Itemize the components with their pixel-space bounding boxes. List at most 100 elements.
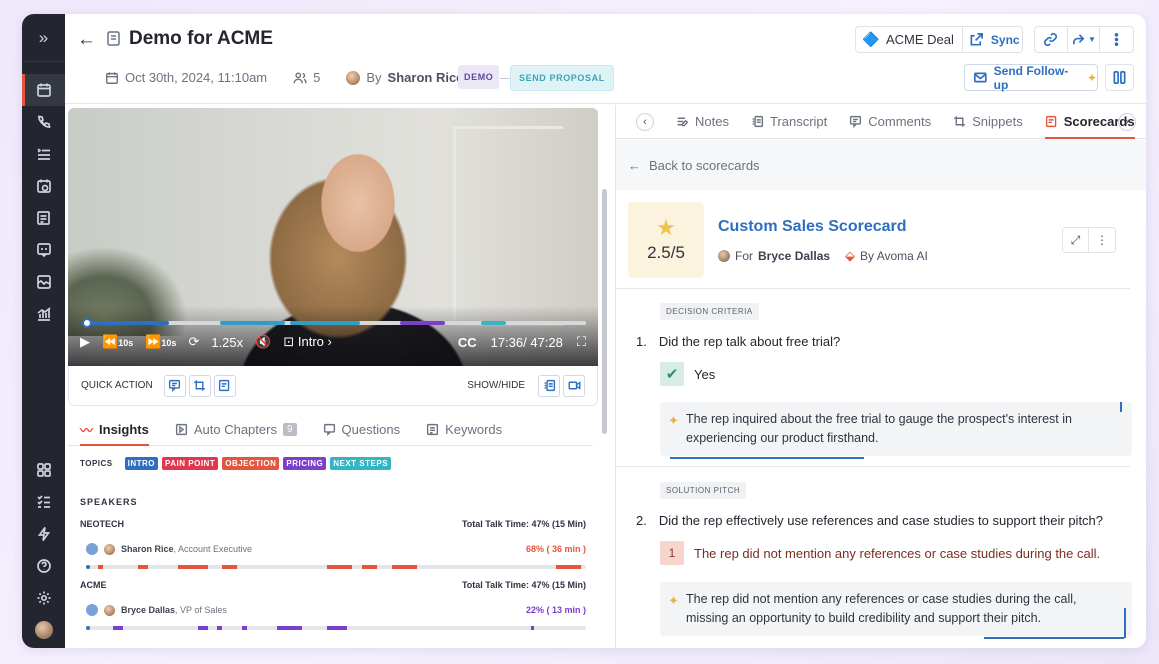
schedule-nav-icon[interactable] [22, 170, 65, 202]
talk-segment[interactable] [361, 565, 377, 569]
attendee-count[interactable]: 5 [313, 70, 320, 85]
talk-segment[interactable] [217, 626, 223, 630]
link-icon[interactable] [1035, 27, 1068, 52]
loop-icon[interactable]: ⟳ [188, 334, 199, 350]
back-to-scorecards-link[interactable]: ← Back to scorecards [628, 158, 760, 173]
send-proposal-tag[interactable]: SEND PROPOSAL [510, 65, 614, 91]
left-scrollbar[interactable] [602, 189, 607, 434]
meeting-header: ← Demo for ACME Oct 30th, 2024, 11:10am … [65, 14, 1146, 104]
send-followup-button[interactable]: Send Follow-up ✦ [964, 64, 1098, 92]
talk-segment[interactable] [137, 565, 148, 569]
question-1: 1. Did the rep talk about free trial? [636, 334, 840, 349]
demo-tag[interactable]: DEMO [458, 65, 500, 89]
transcript-toggle-icon[interactable] [538, 374, 560, 397]
settings-gear-icon[interactable] [22, 582, 65, 614]
chapter-label: Intro [297, 334, 324, 349]
chat-nav-icon[interactable] [22, 234, 65, 266]
back-arrow-icon[interactable]: ← [77, 29, 96, 51]
notes-nav-icon[interactable] [22, 202, 65, 234]
talk-segment[interactable] [222, 565, 238, 569]
app-window: » ← Demo for ACME Oct 30th, 2024, 11:10a… [22, 14, 1146, 648]
speaker-timeline[interactable] [86, 626, 586, 630]
checklist-icon[interactable] [22, 486, 65, 518]
talk-segment[interactable] [327, 626, 347, 630]
topic-chip-objection[interactable]: OBJECTION [222, 457, 280, 470]
topic-chip-next-steps[interactable]: NEXT STEPS [330, 457, 392, 470]
progress-segment[interactable] [219, 321, 285, 325]
list-nav-icon[interactable] [22, 138, 65, 170]
external-link-icon[interactable] [963, 32, 991, 47]
topic-chip-intro[interactable]: INTRO [124, 457, 159, 470]
sync-button[interactable]: Sync [991, 33, 1020, 47]
share-dropdown-icon[interactable]: ▼ [1068, 27, 1101, 52]
tab-notes[interactable]: Notes [676, 105, 729, 138]
tab-insights[interactable]: 〰 Insights [80, 414, 149, 446]
topic-chip-pricing[interactable]: PRICING [283, 457, 327, 470]
progress-segment[interactable] [289, 321, 361, 325]
video-progress-bar[interactable] [82, 318, 586, 328]
talk-segment[interactable] [277, 626, 303, 630]
playback-speed[interactable]: 1.25x [211, 335, 243, 350]
more-menu-icon[interactable] [1100, 27, 1133, 52]
expand-icon[interactable]: ⤢ [1063, 228, 1089, 252]
talk-segment[interactable] [327, 565, 352, 569]
tab-keywords[interactable]: Keywords [426, 414, 502, 445]
comment-action-icon[interactable] [163, 374, 186, 397]
mute-icon[interactable]: 🔇 [255, 334, 271, 350]
crop-action-icon[interactable] [188, 374, 211, 397]
answer-text: Yes [694, 366, 716, 382]
tabs-next-icon[interactable]: › [1118, 112, 1136, 131]
scorecard-panel: ← Back to scorecards ★ 2.5/5 Custom Sales… [616, 140, 1146, 648]
tab-comments[interactable]: Comments [849, 105, 931, 138]
tab-auto-chapters[interactable]: Auto Chapters 9 [175, 414, 297, 445]
speaker-name: Bryce Dallas [121, 605, 176, 615]
talk-segment[interactable] [97, 565, 103, 569]
help-icon[interactable] [22, 550, 65, 582]
talk-segment[interactable] [112, 626, 123, 630]
talk-segment[interactable] [177, 565, 208, 569]
user-avatar-icon[interactable] [22, 614, 65, 646]
talk-segment[interactable] [242, 626, 248, 630]
talk-segment[interactable] [531, 626, 534, 630]
tabs-prev-icon[interactable]: ‹ [636, 112, 654, 131]
play-speaker-icon[interactable] [86, 604, 98, 616]
calendar-nav-icon[interactable] [22, 74, 65, 106]
skip-back-icon[interactable]: ⏪10s [102, 334, 133, 350]
crm-deal-button[interactable]: 🔷 ACME Deal Sync [855, 26, 1023, 53]
split-view-icon[interactable] [1105, 64, 1134, 91]
progress-segment[interactable] [84, 321, 170, 325]
talk-segment[interactable] [197, 626, 208, 630]
fullscreen-icon[interactable]: ⛶ [577, 334, 586, 350]
talk-segment[interactable] [556, 565, 581, 569]
tab-transcript[interactable]: Transcript [751, 105, 827, 138]
play-icon[interactable]: ▶ [80, 334, 90, 350]
talk-segment[interactable] [391, 565, 417, 569]
topic-chip-pain-point[interactable]: PAIN POINT [162, 457, 219, 470]
video-toggle-icon[interactable] [563, 374, 585, 397]
scorecard-title[interactable]: Custom Sales Scorecard [718, 218, 907, 236]
scorecard-more-icon[interactable]: ⋮ [1089, 228, 1115, 252]
scorecard-card: ★ 2.5/5 Custom Sales Scorecard For Bryce… [616, 190, 1146, 648]
tab-questions[interactable]: Questions [323, 414, 400, 445]
note-action-icon[interactable] [213, 374, 236, 397]
bolt-icon[interactable] [22, 518, 65, 550]
inbox-nav-icon[interactable] [22, 266, 65, 298]
skip-forward-icon[interactable]: ⏩10s [145, 334, 176, 350]
tab-snippets[interactable]: Snippets [953, 105, 1023, 138]
expand-nav-icon[interactable]: » [22, 14, 65, 62]
apps-grid-icon[interactable] [22, 454, 65, 486]
speaker-timeline[interactable] [86, 565, 586, 569]
video-player[interactable]: ▶ ⏪10s ⏩10s ⟳ 1.25x 🔇 ⊡ Intro › CC 17:36… [68, 108, 598, 366]
chapters-icon [175, 423, 187, 436]
progress-handle[interactable] [82, 318, 92, 328]
cc-button[interactable]: CC [458, 335, 477, 350]
analytics-nav-icon[interactable] [22, 298, 65, 330]
question-2: 2. Did the rep effectively use references… [636, 513, 1103, 528]
speaker-role: , VP of Sales [175, 605, 227, 615]
play-speaker-icon[interactable] [86, 543, 98, 555]
by-avoma-label: By Avoma AI [860, 249, 928, 263]
progress-segment[interactable] [480, 321, 506, 325]
progress-segment[interactable] [400, 321, 446, 325]
phone-nav-icon[interactable] [22, 106, 65, 138]
chapter-selector[interactable]: ⊡ Intro › [283, 334, 331, 350]
